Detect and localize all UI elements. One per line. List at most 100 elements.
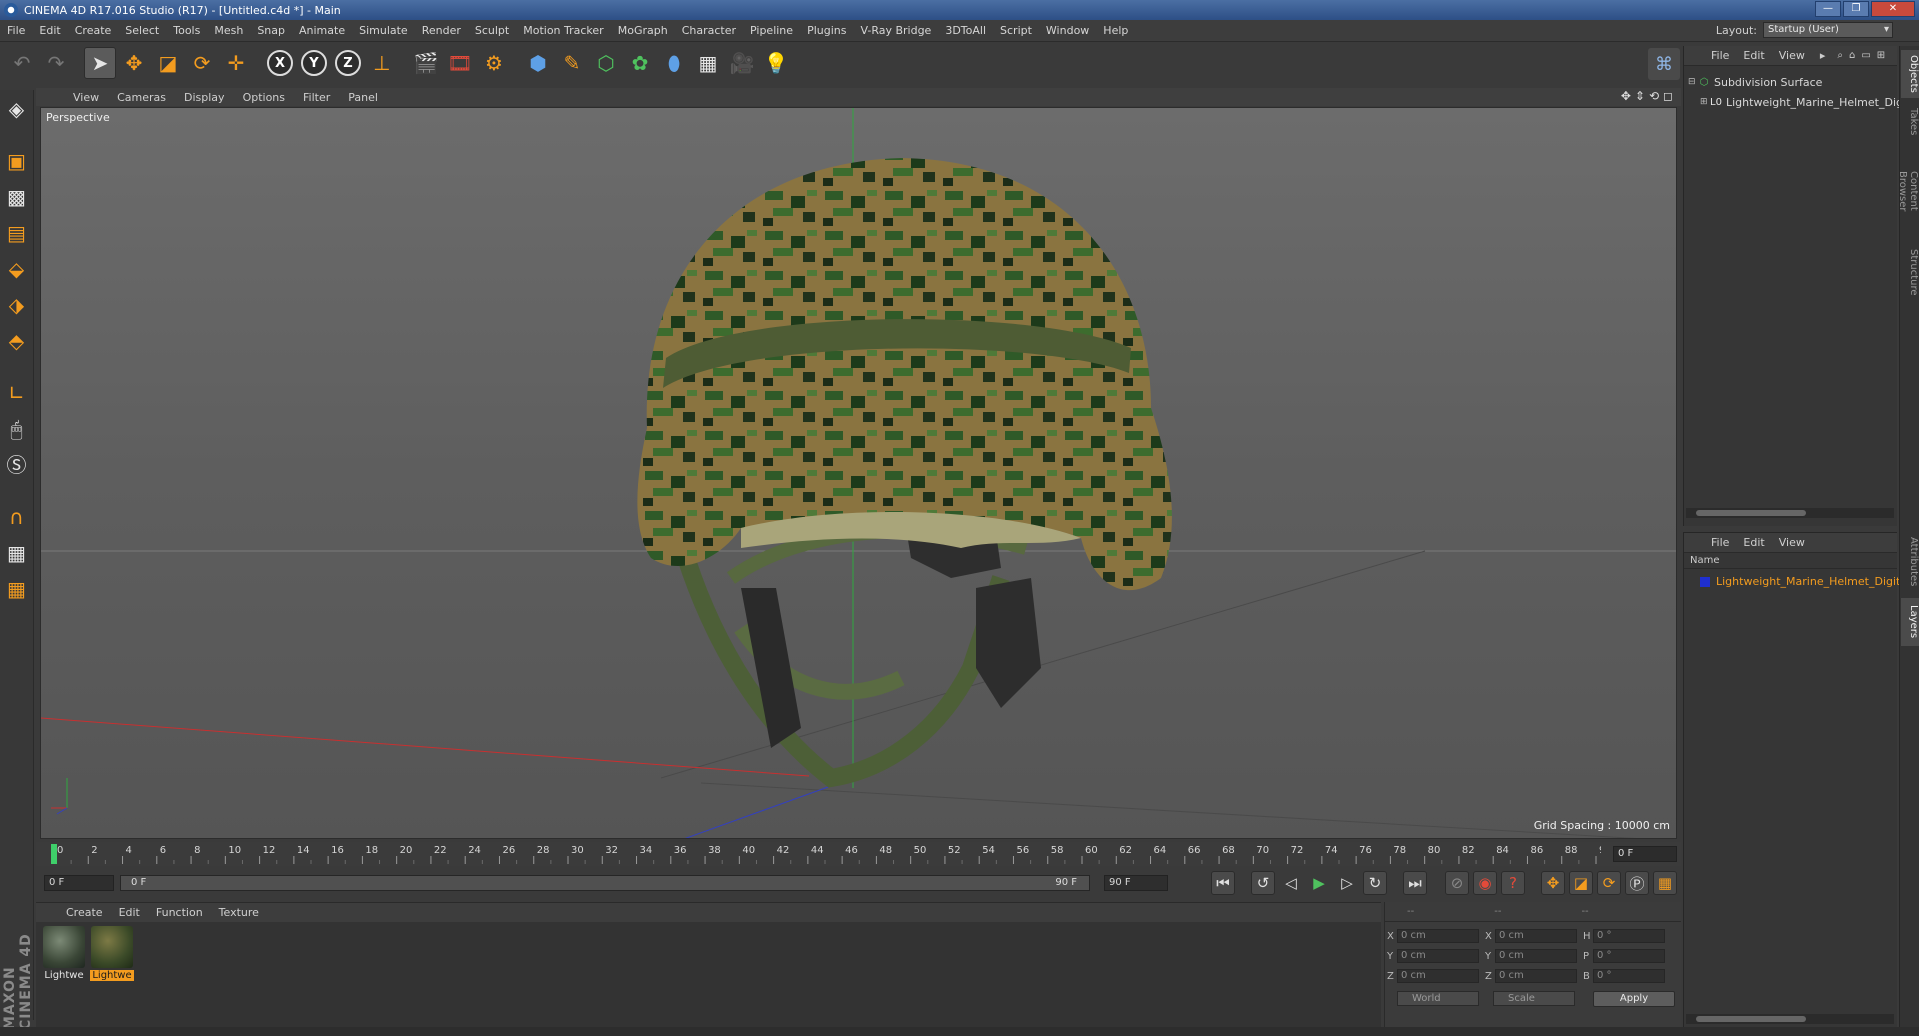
axis-mode-button[interactable]: ∟ [2,378,32,408]
snap-button[interactable]: Ⓢ [2,450,32,480]
viewport-menu-view[interactable]: View [64,91,108,104]
add-cube-button[interactable]: ⬢ [522,47,554,79]
add-camera-button[interactable]: 🎥 [726,47,758,79]
size-x-field[interactable]: 0 cm [1495,929,1577,943]
tab-takes[interactable]: Takes [1901,102,1919,142]
coordinate-system-button[interactable]: ⊥ [366,47,398,79]
menu-sculpt[interactable]: Sculpt [468,24,516,37]
scrollbar-thumb[interactable] [1696,1016,1806,1022]
tab-layers[interactable]: Layers [1901,598,1919,646]
viewport-menu-options[interactable]: Options [234,91,294,104]
edges-mode-button[interactable]: ⬗ [2,290,32,320]
layer-row[interactable]: Lightweight_Marine_Helmet_Digit [1690,575,1900,588]
polygons-mode-button[interactable]: ⬘ [2,326,32,356]
menu-vray-bridge[interactable]: V-Ray Bridge [853,24,938,37]
viewport-menu-display[interactable]: Display [175,91,234,104]
maximize-button[interactable]: ❐ [1843,1,1869,17]
playhead-marker[interactable] [51,844,57,864]
layout-dropdown[interactable]: Startup (User) [1763,22,1893,38]
autokeying-button[interactable]: ◉ [1473,871,1497,895]
key-parameter-button[interactable]: Ⓟ [1625,871,1649,895]
tab-attributes[interactable]: Attributes [1901,532,1919,592]
position-y-field[interactable]: 0 cm [1397,949,1479,963]
new-window-icon[interactable]: ⊞ [1877,50,1885,61]
model-mode-button[interactable]: ▣ [2,146,32,176]
coordinate-space-dropdown[interactable]: World [1397,991,1479,1006]
position-x-field[interactable]: 0 cm [1397,929,1479,943]
apply-button[interactable]: Apply [1593,991,1675,1007]
add-floor-button[interactable]: ▦ [692,47,724,79]
viewport-menu-filter[interactable]: Filter [294,91,339,104]
menu-render[interactable]: Render [415,24,468,37]
material-menu-function[interactable]: Function [148,906,211,919]
add-subdivision-button[interactable]: ⬡ [590,47,622,79]
size-z-field[interactable]: 0 cm [1495,969,1577,983]
3d-viewport[interactable]: Perspective Grid Spacing : 10000 cm [40,107,1677,839]
viewport-menu-panel[interactable]: Panel [339,91,387,104]
add-deformer-button[interactable]: ⬮ [658,47,690,79]
pan-icon[interactable]: ✥ [1621,89,1631,103]
object-menu-file[interactable]: File [1704,49,1736,62]
preview-range-slider[interactable]: 0 F 90 F [120,875,1090,891]
object-menu-edit[interactable]: Edit [1736,49,1771,62]
tab-content-browser[interactable]: Content Browser [1897,146,1919,236]
lock-workplane-button[interactable]: ▦ [2,538,32,568]
end-frame-field[interactable]: 90 F [1104,875,1168,891]
rotate-tool-button[interactable]: ⟳ [186,47,218,79]
points-mode-button[interactable]: ⬙ [2,254,32,284]
viewport-menu-cameras[interactable]: Cameras [108,91,175,104]
material-swatch[interactable]: Lightwe [42,926,86,984]
menu-pipeline[interactable]: Pipeline [743,24,800,37]
menu-mograph[interactable]: MoGraph [611,24,675,37]
maximize-view-icon[interactable]: ◻ [1663,89,1673,103]
tweak-mode-button[interactable]: 🖱 [2,414,32,444]
search-icon[interactable]: ⌕ [1837,50,1843,61]
minimize-button[interactable]: — [1815,1,1841,17]
make-editable-button[interactable]: ◈ [2,94,32,124]
render-to-picture-viewer-button[interactable]: 🎞 [444,47,476,79]
orbit-icon[interactable]: ⟲ [1649,89,1659,103]
current-frame-field[interactable]: 0 F [1613,846,1677,862]
object-menu-view[interactable]: View [1772,49,1812,62]
layer-manager-scrollbar[interactable] [1686,1014,1894,1024]
layer-menu-edit[interactable]: Edit [1736,536,1771,549]
keyframe-selection-button[interactable]: ? [1501,871,1525,895]
material-menu-edit[interactable]: Edit [111,906,148,919]
lock-y-axis-button[interactable]: Y [298,47,330,79]
layer-color-swatch[interactable] [1700,576,1710,587]
record-keys-button[interactable]: ⊘ [1445,871,1469,895]
menu-animate[interactable]: Animate [292,24,352,37]
menu-motion-tracker[interactable]: Motion Tracker [516,24,610,37]
go-to-start-button[interactable]: ⏮ [1211,871,1235,895]
start-frame-field[interactable]: 0 F [44,875,114,891]
key-pla-button[interactable]: ▦ [1653,871,1677,895]
scrollbar-thumb[interactable] [1696,510,1806,516]
menu-help[interactable]: Help [1096,24,1135,37]
menu-snap[interactable]: Snap [250,24,292,37]
rotation-h-field[interactable]: 0 ° [1593,929,1665,943]
add-spline-button[interactable]: ✎ [556,47,588,79]
texture-mode-button[interactable]: ▩ [2,182,32,212]
menu-script[interactable]: Script [993,24,1039,37]
render-view-button[interactable]: 🎬 [410,47,442,79]
go-to-end-button[interactable]: ⏭ [1403,871,1427,895]
previous-key-button[interactable]: ↺ [1251,871,1275,895]
rotation-p-field[interactable]: 0 ° [1593,949,1665,963]
position-z-field[interactable]: 0 cm [1397,969,1479,983]
collapse-toggle-icon[interactable]: ⊟ [1688,77,1698,87]
menu-create[interactable]: Create [68,24,119,37]
menu-tools[interactable]: Tools [166,24,207,37]
key-position-button[interactable]: ✥ [1541,871,1565,895]
menu-plugins[interactable]: Plugins [800,24,853,37]
key-rotation-button[interactable]: ⟳ [1597,871,1621,895]
dolly-icon[interactable]: ⇕ [1635,89,1645,103]
object-tree-item[interactable]: ⊟ ⬡ Subdivision Surface [1688,74,1822,90]
close-button[interactable]: ✕ [1871,1,1915,17]
menu-edit[interactable]: Edit [32,24,67,37]
move-tool-button[interactable]: ✥ [118,47,150,79]
size-y-field[interactable]: 0 cm [1495,949,1577,963]
object-manager-scrollbar[interactable] [1686,508,1894,518]
tab-objects[interactable]: Objects [1901,50,1919,98]
lock-icon[interactable]: ▭ [1861,50,1870,61]
object-tree-item[interactable]: ⊞ L0 Lightweight_Marine_Helmet_Dig [1700,94,1903,110]
